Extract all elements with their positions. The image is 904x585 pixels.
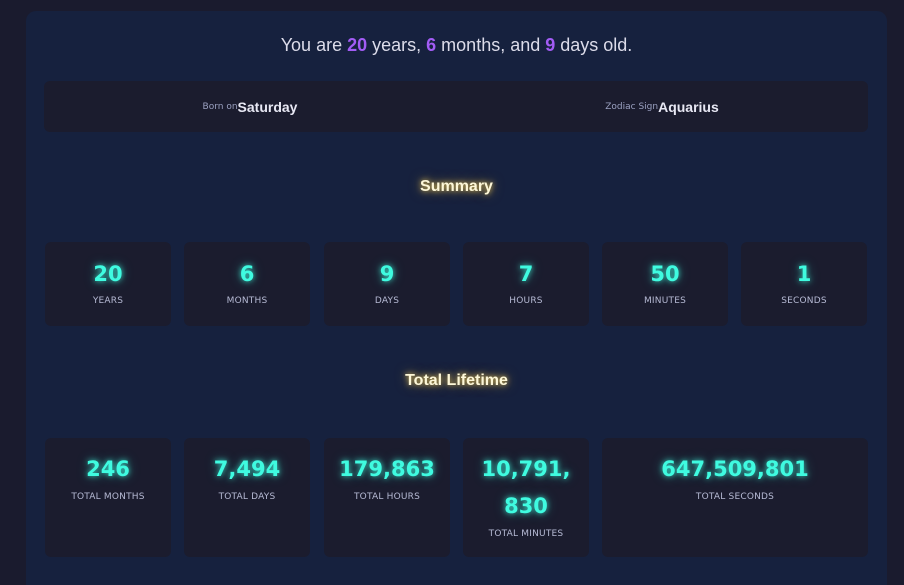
info-bar: Born on Saturday Zodiac Sign Aquarius <box>44 81 868 132</box>
zodiac-sign-info: Zodiac Sign Aquarius <box>456 81 868 132</box>
headline-years-value: 20 <box>347 35 368 55</box>
born-on-label: Born on <box>202 101 238 112</box>
total-hours-label: TOTAL HOURS <box>353 492 421 502</box>
total-days-label: TOTAL DAYS <box>218 492 276 502</box>
headline-months-word: months, and <box>436 35 546 55</box>
lifetime-card-minutes: 10,791,830 TOTAL MINUTES <box>463 438 589 557</box>
total-seconds-value: 647,509,801 <box>661 457 809 481</box>
headline-prefix: You are <box>280 35 348 55</box>
total-minutes-label: TOTAL MINUTES <box>488 529 564 539</box>
summary-days-value: 9 <box>379 262 395 286</box>
headline-years-word: years, <box>367 35 427 55</box>
summary-card-months: 6 MONTHS <box>184 242 310 326</box>
total-hours-value: 179,863 <box>339 457 435 481</box>
born-on-info: Born on Saturday <box>44 81 456 132</box>
summary-hours-label: HOURS <box>509 296 543 306</box>
total-days-value: 7,494 <box>213 457 281 481</box>
summary-years-label: YEARS <box>92 296 124 306</box>
summary-card-seconds: 1 SECONDS <box>741 242 867 326</box>
age-calculator-panel: You are 20 years, 6 months, and 9 days o… <box>26 11 887 585</box>
summary-card-days: 9 DAYS <box>324 242 450 326</box>
summary-seconds-label: SECONDS <box>781 296 827 306</box>
summary-card-years: 20 YEARS <box>45 242 171 326</box>
total-seconds-label: TOTAL SECONDS <box>695 492 775 502</box>
zodiac-sign-value: Aquarius <box>658 98 719 115</box>
total-months-label: TOTAL MONTHS <box>71 492 145 502</box>
total-minutes-value: 10,791,830 <box>481 457 571 518</box>
lifetime-card-hours: 179,863 TOTAL HOURS <box>324 438 450 557</box>
summary-minutes-label: MINUTES <box>643 296 687 306</box>
summary-card-hours: 7 HOURS <box>463 242 589 326</box>
zodiac-sign-label: Zodiac Sign <box>605 101 659 112</box>
born-on-value: Saturday <box>237 98 298 115</box>
summary-years-value: 20 <box>93 262 123 286</box>
summary-title: Summary <box>420 178 493 195</box>
headline-months-value: 6 <box>426 35 437 55</box>
total-lifetime-title: Total Lifetime <box>405 372 508 389</box>
lifetime-card-seconds: 647,509,801 TOTAL SECONDS <box>602 438 868 557</box>
total-months-value: 246 <box>86 457 130 481</box>
summary-months-label: MONTHS <box>226 296 268 306</box>
summary-days-label: DAYS <box>374 296 400 306</box>
headline-days-value: 9 <box>545 35 556 55</box>
headline-days-word: days old. <box>555 35 633 55</box>
summary-hours-value: 7 <box>518 262 534 286</box>
lifetime-card-months: 246 TOTAL MONTHS <box>45 438 171 557</box>
summary-card-minutes: 50 MINUTES <box>602 242 728 326</box>
summary-months-value: 6 <box>239 262 255 286</box>
summary-seconds-value: 1 <box>796 262 812 286</box>
age-headline: You are 20 years, 6 months, and 9 days o… <box>26 35 887 56</box>
lifetime-card-days: 7,494 TOTAL DAYS <box>184 438 310 557</box>
summary-minutes-value: 50 <box>650 262 680 286</box>
